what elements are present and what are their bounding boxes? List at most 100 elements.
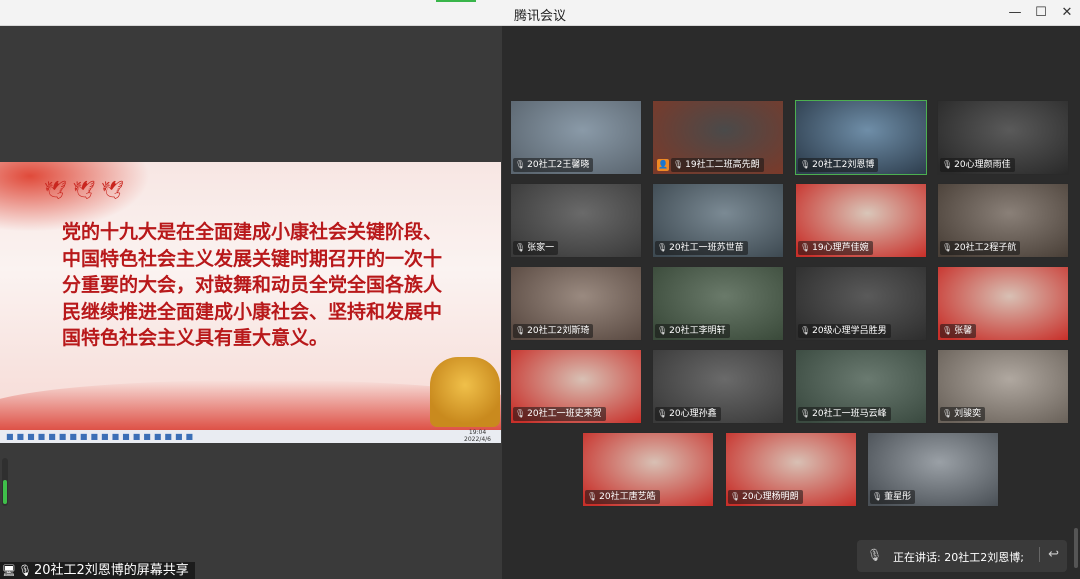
participant-tile[interactable]: 🎙 20社工2刘斯琦 [510, 266, 642, 341]
shared-slide: 🕊 🕊 🕊 党的十九大是在全面建成小康社会关键阶段、中国特色社会主义发展关键时期… [0, 162, 501, 430]
share-label-text: 20社工2刘恩博的屏幕共享 [33, 563, 189, 578]
participant-tile[interactable]: 🎙 张馨 [937, 266, 1069, 341]
microphone-icon: 🎙 [800, 160, 811, 169]
participant-name: 20社工李明轩 [669, 326, 726, 336]
microphone-icon: 🎙 [515, 326, 526, 335]
microphone-icon: 🎙 [673, 160, 684, 169]
participant-tile[interactable]: 🎙 20社工一班马云峰 [795, 349, 927, 424]
participant-name: 20社工一班马云峰 [812, 409, 887, 419]
microphone-icon: 🎙 [800, 409, 811, 418]
microphone-icon: 🎙 [587, 492, 598, 501]
birds-decoration: 🕊 🕊 🕊 [44, 180, 124, 201]
participant-name-label: 🎙 19社工二班高先朗 [671, 158, 764, 172]
microphone-icon: 🎙 [657, 243, 668, 252]
participant-name: 20社工2王馨晓 [527, 160, 590, 170]
microphone-icon: 🎙 [942, 326, 953, 335]
participant-name-label: 🎙 张馨 [940, 324, 977, 338]
window-title: 腾讯会议 [513, 9, 566, 24]
microphone-icon: 🎙 [657, 326, 668, 335]
participant-tile[interactable]: 🎙 20心理颜雨佳 [937, 100, 1069, 175]
participant-name: 张馨 [954, 326, 973, 336]
microphone-icon: 🎙 [942, 409, 953, 418]
participant-tile[interactable]: 🎙 20级心理学吕胜男 [795, 266, 927, 341]
participant-name: 张家一 [527, 243, 555, 253]
taskbar-clock: 19:04 2022/4/6 [464, 429, 491, 443]
participant-name-label: 🎙 张家一 [513, 241, 559, 255]
close-icon[interactable]: ✕ [1056, 3, 1078, 23]
volume-meter [2, 458, 8, 506]
participant-name-label: 🎙 19心理芦佳婉 [798, 241, 873, 255]
microphone-icon: 🎙 [515, 409, 526, 418]
participant-name: 20社工2程子航 [954, 243, 1017, 253]
slide-text: 党的十九大是在全面建成小康社会关键阶段、中国特色社会主义发展关键时期召开的一次十… [62, 221, 443, 349]
microphone-icon: 🎙 [657, 409, 668, 418]
participant-name: 19心理芦佳婉 [812, 243, 869, 253]
microphone-icon: 🎙 [942, 160, 953, 169]
microphone-icon: 🎙 [867, 548, 883, 562]
participant-tile[interactable]: 🎙 刘骏奕 [937, 349, 1069, 424]
participant-name: 20社工一班史来贺 [527, 409, 602, 419]
title-accent [436, 0, 476, 2]
microphone-icon: 🎙 [800, 326, 811, 335]
participant-name-label: 🎙 刘骏奕 [940, 407, 986, 421]
microphone-icon: 🎙 [942, 243, 953, 252]
minimize-icon[interactable]: — [1004, 3, 1026, 23]
speaking-text: 正在讲话: 20社工2刘恩博; [893, 551, 1024, 564]
participant-name-label: 🎙 20社工一班马云峰 [798, 407, 891, 421]
participant-name-label: 🎙 20社工2程子航 [940, 241, 1021, 255]
screen-icon: 🖥 [2, 564, 16, 577]
title-bar: 腾讯会议 — ☐ ✕ [0, 0, 1080, 26]
participant-name-label: 🎙 20心理孙鑫 [655, 407, 721, 421]
participant-name-label: 🎙 20社工一班史来贺 [513, 407, 606, 421]
participant-tile[interactable]: 👤 🎙 19社工二班高先朗 [652, 100, 784, 175]
participant-tile[interactable]: 🎙 20社工一班史来贺 [510, 349, 642, 424]
participant-name: 董星彤 [884, 492, 912, 502]
participant-tile[interactable]: 🎙 20社工2程子航 [937, 183, 1069, 258]
microphone-icon: 🎙 [17, 564, 32, 577]
participant-tile[interactable]: 🎙 20社工2刘恩博 [795, 100, 927, 175]
participant-name-label: 🎙 20社工唐艺皓 [585, 490, 660, 504]
participant-name-label: 🎙 20社工2刘恩博 [798, 158, 879, 172]
share-label: 🖥 🎙 20社工2刘恩博的屏幕共享 [0, 562, 195, 579]
participant-tile[interactable]: 🎙 董星彤 [867, 432, 999, 507]
microphone-icon: 🎙 [872, 492, 883, 501]
participant-tile[interactable]: 🎙 20心理杨明朗 [725, 432, 857, 507]
participant-tile[interactable]: 🎙 19心理芦佳婉 [795, 183, 927, 258]
back-icon[interactable]: ↩ [1039, 547, 1059, 562]
host-icon: 👤 [657, 159, 669, 171]
participant-name-label: 🎙 董星彤 [870, 490, 916, 504]
participant-tile[interactable]: 🎙 20心理孙鑫 [652, 349, 784, 424]
maximize-icon[interactable]: ☐ [1030, 3, 1052, 23]
participant-name-label: 🎙 20社工一班苏世苗 [655, 241, 748, 255]
scrollbar[interactable] [1074, 528, 1078, 568]
participant-name: 20心理杨明朗 [742, 492, 799, 502]
shared-taskbar: ■■■■■■■■■■■■■■■■■■ 19:04 2022/4/6 [0, 429, 501, 443]
microphone-icon: 🎙 [800, 243, 811, 252]
participant-name-label: 🎙 20社工2王馨晓 [513, 158, 594, 172]
participant-tile[interactable]: 🎙 20社工李明轩 [652, 266, 784, 341]
participant-name: 20社工唐艺皓 [599, 492, 656, 502]
participant-name: 20心理孙鑫 [669, 409, 717, 419]
participant-tile[interactable]: 🎙 张家一 [510, 183, 642, 258]
participant-name-label: 🎙 20级心理学吕胜男 [798, 324, 891, 338]
participant-name: 20心理颜雨佳 [954, 160, 1011, 170]
participant-tile[interactable]: 🎙 20社工2王馨晓 [510, 100, 642, 175]
participant-name: 20级心理学吕胜男 [812, 326, 887, 336]
speaking-indicator: 🎙 正在讲话: 20社工2刘恩博; ↩ [857, 540, 1067, 572]
participant-name: 20社工2刘恩博 [812, 160, 875, 170]
lion-statue-image [430, 357, 500, 427]
microphone-icon: 🎙 [515, 243, 526, 252]
taskbar-date: 2022/4/6 [464, 435, 491, 443]
participant-name-label: 🎙 20社工李明轩 [655, 324, 730, 338]
participant-name-label: 🎙 20社工2刘斯琦 [513, 324, 594, 338]
participant-name: 刘骏奕 [954, 409, 982, 419]
participant-name: 20社工一班苏世苗 [669, 243, 744, 253]
participant-tile[interactable]: 🎙 20社工唐艺皓 [582, 432, 714, 507]
slide-swoosh [0, 380, 501, 430]
microphone-icon: 🎙 [730, 492, 741, 501]
participant-name-label: 🎙 20心理颜雨佳 [940, 158, 1015, 172]
participant-tile[interactable]: 🎙 20社工一班苏世苗 [652, 183, 784, 258]
volume-level [3, 480, 7, 504]
participant-name: 20社工2刘斯琦 [527, 326, 590, 336]
participant-name: 19社工二班高先朗 [685, 160, 760, 170]
